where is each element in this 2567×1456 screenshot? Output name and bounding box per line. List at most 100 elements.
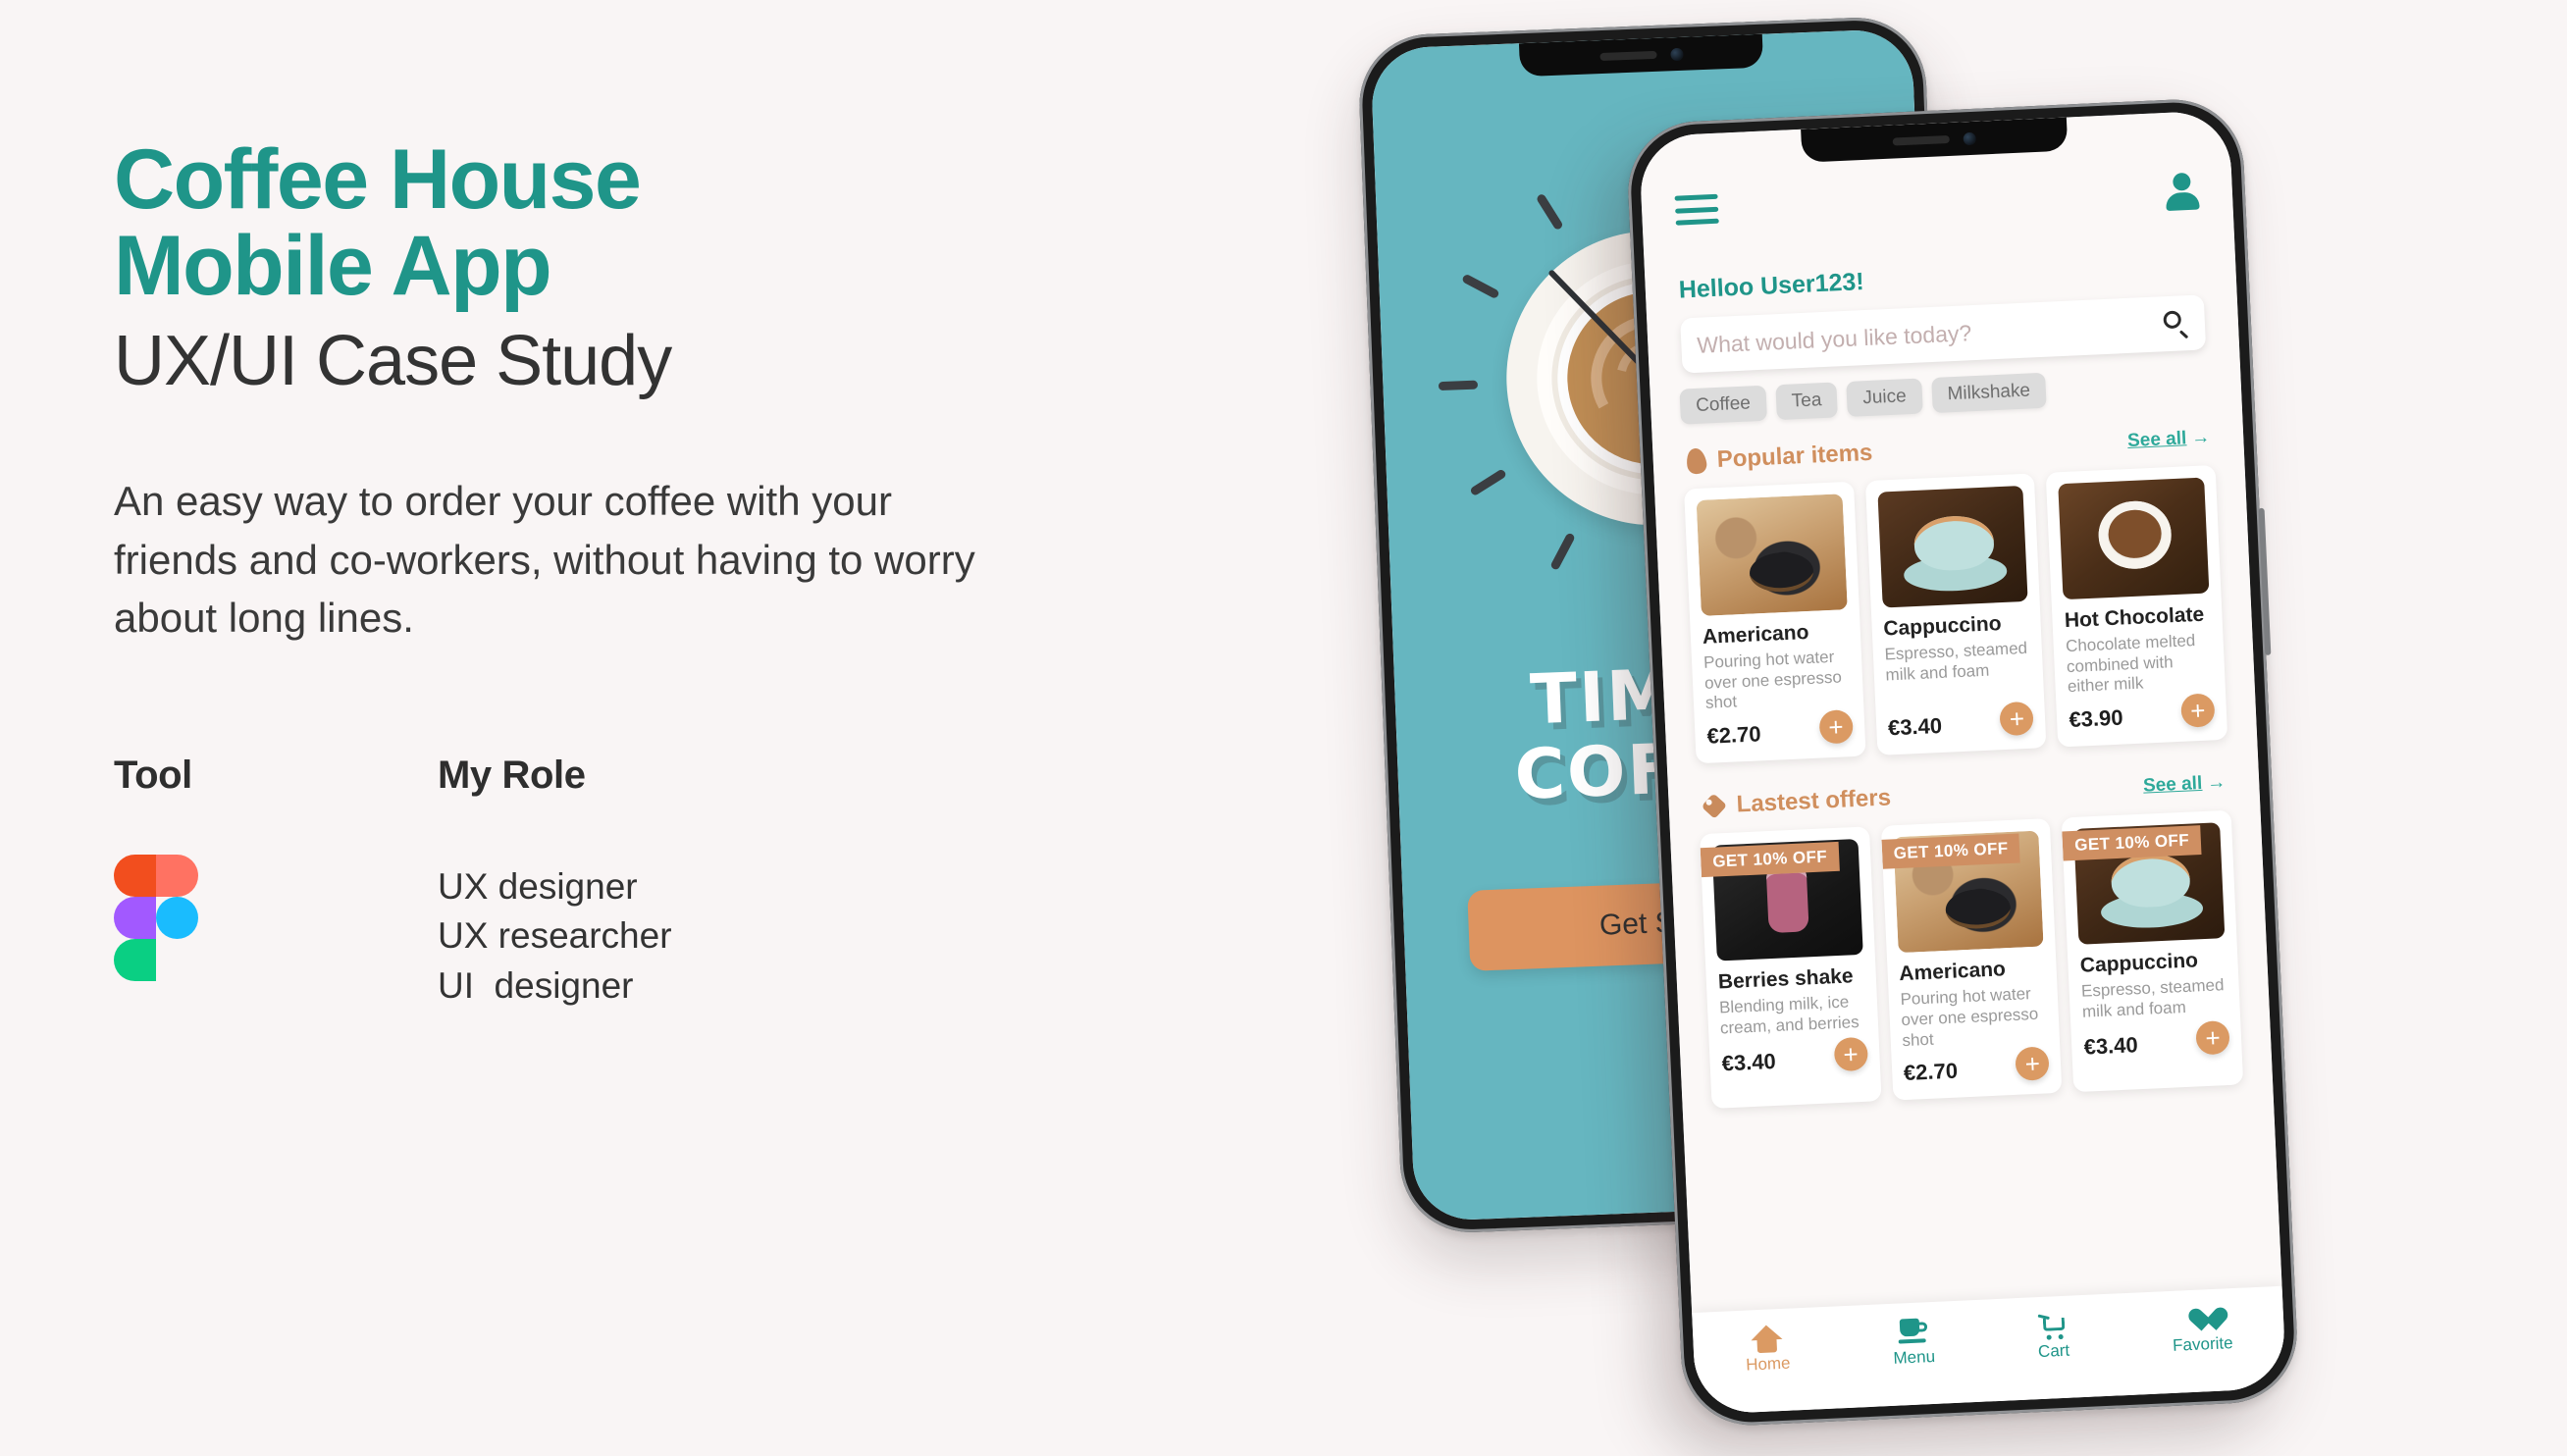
product-card[interactable]: Cappuccino Espresso, steamed milk and fo…: [1864, 473, 2047, 756]
user-avatar-icon[interactable]: [2165, 172, 2200, 211]
arrow-right-icon: →: [2190, 427, 2211, 449]
product-price: €2.70: [1705, 721, 1762, 749]
earpiece-speaker: [1892, 134, 1950, 146]
product-name: Hot Chocolate: [2064, 602, 2205, 633]
hero-copy-pane: Coffee House Mobile App UX/UI Case Study…: [114, 132, 1193, 1048]
product-description: Espresso, steamed milk and foam: [1884, 638, 2028, 685]
offer-card[interactable]: GET 10% OFF Berries shake Blending milk,…: [1700, 826, 1882, 1110]
product-name: Cappuccino: [1882, 612, 2003, 641]
offer-card[interactable]: GET 10% OFF Cappuccino Espresso, steamed…: [2062, 809, 2244, 1093]
tag-icon: [1701, 793, 1727, 819]
front-camera-icon: [1669, 47, 1684, 61]
bottom-navigation-bar: Home Menu Cart Favorite: [1692, 1285, 2287, 1415]
product-description: Pouring hot water over one espresso shot: [1703, 647, 1843, 713]
heart-icon: [2186, 1305, 2217, 1333]
offers-row: GET 10% OFF Berries shake Blending milk,…: [1700, 809, 2244, 1110]
add-to-cart-button[interactable]: +: [1818, 709, 1854, 745]
offer-card[interactable]: GET 10% OFF Americano Pouring hot water …: [1880, 818, 2063, 1101]
add-to-cart-button[interactable]: +: [2195, 1020, 2230, 1056]
phone-mockup-home: Helloo User123! What would you like toda…: [1625, 96, 2300, 1429]
add-to-cart-button[interactable]: +: [2180, 693, 2216, 729]
cup-icon: [1898, 1318, 1928, 1346]
section-header-popular: Popular items See all →: [1684, 424, 2211, 476]
product-price: €3.40: [1721, 1049, 1777, 1076]
section-title-offers: Lastest offers: [1701, 784, 1892, 821]
phone-notch: [1518, 33, 1764, 78]
role-list: UX designer UX researcher UI designer: [438, 862, 987, 1011]
search-placeholder: What would you like today?: [1696, 319, 1972, 358]
home-screen: Helloo User123! What would you like toda…: [1638, 110, 2287, 1415]
role-column: My Role UX designer UX researcher UI des…: [438, 754, 987, 1011]
figma-logo-icon: [114, 854, 198, 981]
role-item: UX designer: [438, 865, 638, 907]
see-all-popular-link[interactable]: See all →: [2127, 427, 2211, 452]
home-icon: [1751, 1324, 1783, 1354]
add-to-cart-button[interactable]: +: [2015, 1046, 2051, 1082]
phone-mockup-group: TIME 2 COFFEE Get Started: [1356, 0, 2567, 1456]
product-name: Americano: [1898, 958, 2007, 986]
product-price: €2.70: [1903, 1058, 1959, 1086]
role-heading: My Role: [438, 753, 586, 797]
greeting-text: Helloo User123!: [1678, 268, 1865, 304]
see-all-label: See all: [2142, 773, 2203, 797]
section-title-popular: Popular items: [1684, 439, 1873, 476]
product-name: Berries shake: [1717, 964, 1855, 994]
discount-badge: GET 10% OFF: [2062, 825, 2202, 861]
category-chip-tea[interactable]: Tea: [1774, 382, 1839, 421]
product-image: [1696, 494, 1848, 616]
earpiece-speaker: [1599, 50, 1657, 62]
search-icon[interactable]: [2163, 310, 2189, 339]
nav-item-home[interactable]: Home: [1744, 1324, 1791, 1376]
front-camera-icon: [1963, 131, 1976, 145]
hero-description: An easy way to order your coffee with yo…: [114, 478, 975, 642]
nav-item-favorite[interactable]: Favorite: [2171, 1304, 2233, 1356]
nav-label: Menu: [1893, 1346, 1936, 1368]
category-chip-juice[interactable]: Juice: [1846, 378, 1923, 417]
product-description: Blending milk, ice cream, and berries: [1718, 992, 1860, 1038]
category-chip-list: Coffee Tea Juice Milkshake: [1679, 365, 2212, 425]
see-all-label: See all: [2126, 428, 2187, 452]
arrow-right-icon: →: [2206, 772, 2226, 794]
role-item: UX researcher: [438, 915, 672, 957]
add-to-cart-button[interactable]: +: [1999, 701, 2035, 737]
nav-label: Cart: [2037, 1340, 2070, 1362]
popular-items-row: Americano Pouring hot water over one esp…: [1684, 465, 2228, 764]
product-description: Espresso, steamed milk and foam: [2080, 975, 2225, 1021]
discount-badge: GET 10% OFF: [1881, 833, 2021, 870]
section-title-text: Lastest offers: [1736, 784, 1892, 818]
power-button[interactable]: [2258, 507, 2272, 655]
nav-item-cart[interactable]: Cart: [2036, 1312, 2070, 1362]
product-price: €3.40: [1887, 712, 1943, 741]
phone-screen-home: Helloo User123! What would you like toda…: [1638, 110, 2287, 1415]
category-chip-milkshake[interactable]: Milkshake: [1930, 372, 2047, 414]
product-name: Cappuccino: [2079, 949, 2199, 977]
nav-item-menu[interactable]: Menu: [1892, 1318, 1936, 1369]
product-price: €3.90: [2068, 704, 2124, 733]
section-header-offers: Lastest offers See all →: [1701, 769, 2226, 821]
flame-icon: [1684, 446, 1708, 476]
page-title-line-1: Coffee House: [114, 132, 642, 227]
search-input[interactable]: What would you like today?: [1680, 294, 2207, 374]
see-all-offers-link[interactable]: See all →: [2143, 772, 2226, 798]
nav-label: Home: [1745, 1353, 1791, 1375]
page-subtitle: UX/UI Case Study: [114, 322, 672, 401]
product-price: €3.40: [2083, 1032, 2139, 1060]
product-card[interactable]: Hot Chocolate Chocolate melted combined …: [2046, 465, 2228, 748]
cart-icon: [2037, 1312, 2068, 1340]
role-item: UI designer: [438, 964, 634, 1006]
page-title-line-2: Mobile App: [114, 218, 552, 313]
product-description: Pouring hot water over one espresso shot: [1900, 984, 2039, 1050]
discount-badge: GET 10% OFF: [1700, 842, 1840, 878]
hamburger-icon[interactable]: [1674, 193, 1719, 226]
product-description: Chocolate melted combined with either mi…: [2065, 631, 2196, 697]
product-name: Americano: [1702, 620, 1809, 649]
meta-row: Tool My Role UX designer UX researcher U…: [114, 754, 1193, 1048]
product-card[interactable]: Americano Pouring hot water over one esp…: [1684, 481, 1866, 764]
tool-column: Tool: [114, 753, 359, 981]
product-image: [1877, 485, 2028, 608]
category-chip-coffee[interactable]: Coffee: [1679, 385, 1767, 425]
section-title-text: Popular items: [1716, 439, 1873, 474]
nav-label: Favorite: [2172, 1333, 2233, 1355]
tool-heading: Tool: [114, 753, 192, 797]
add-to-cart-button[interactable]: +: [1833, 1036, 1868, 1072]
